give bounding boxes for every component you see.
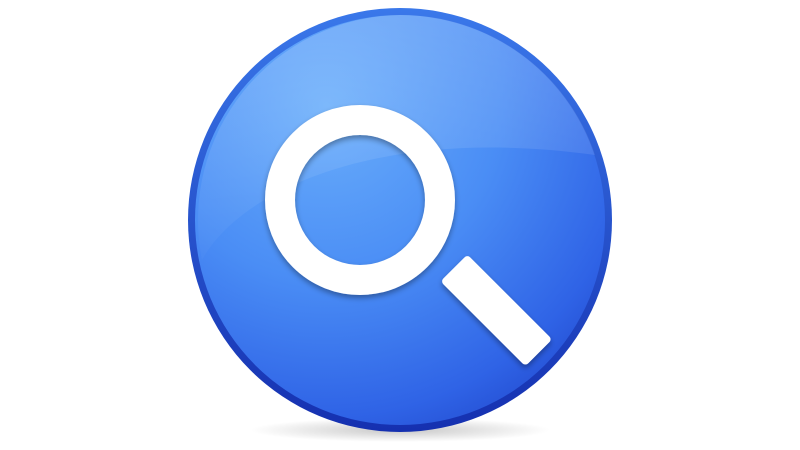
search-app-icon[interactable]: [180, 5, 620, 445]
canvas: [0, 0, 800, 450]
search-icon: [188, 8, 612, 442]
